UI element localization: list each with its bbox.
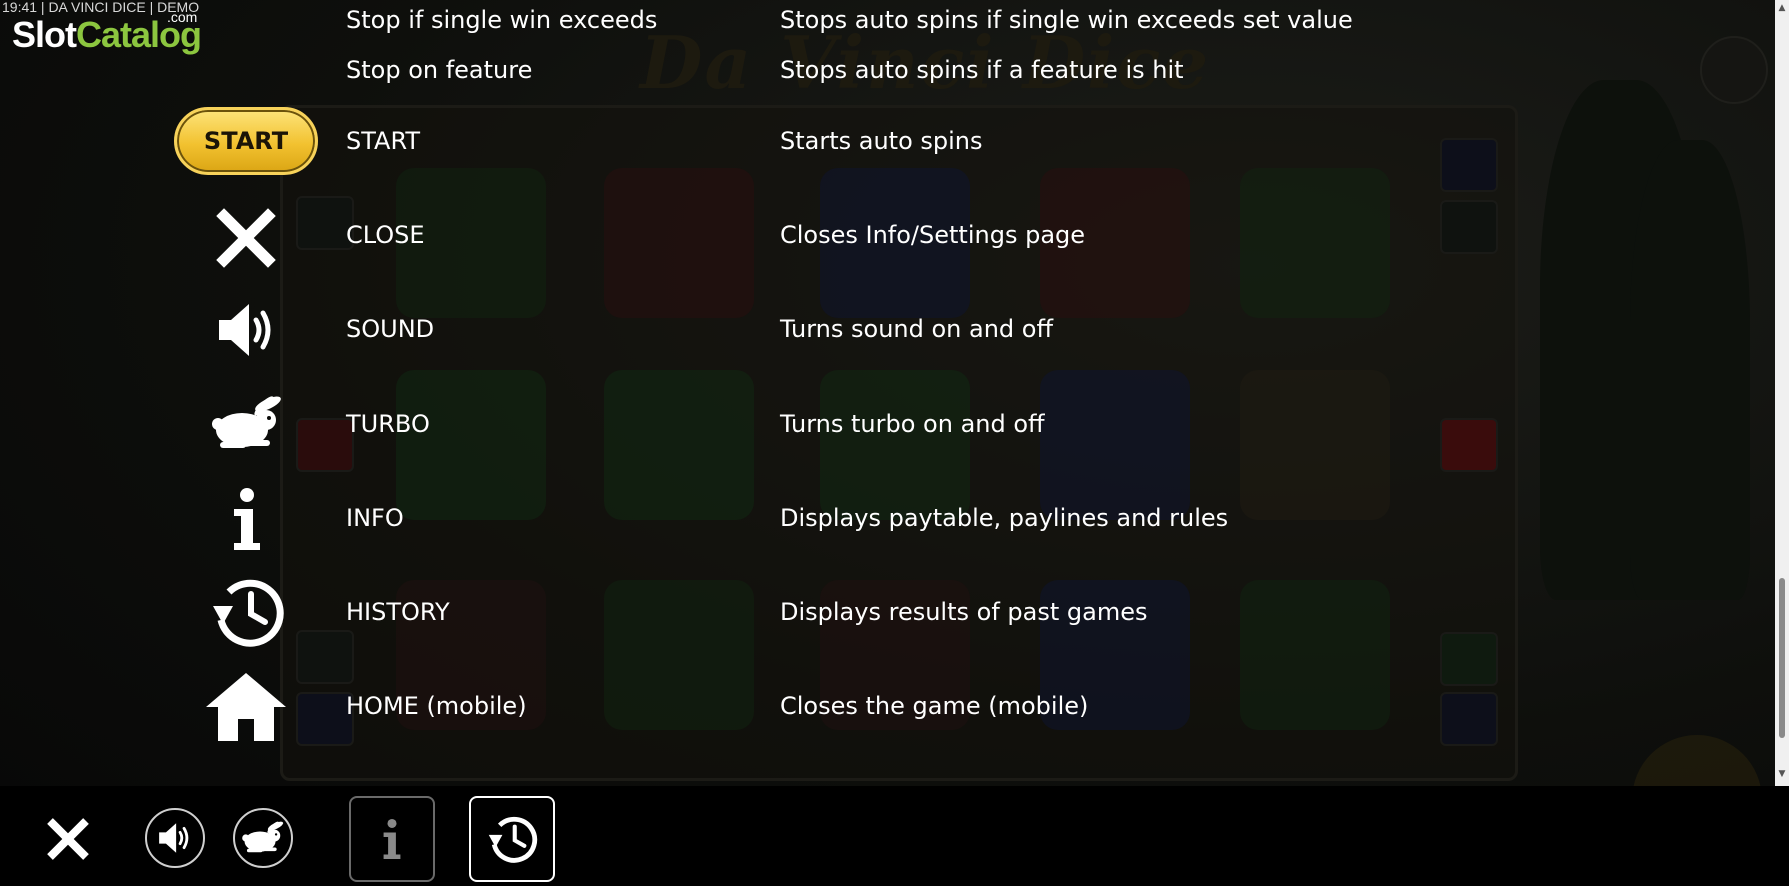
close-icon	[214, 206, 278, 270]
bottom-close-button[interactable]	[40, 811, 96, 867]
row-label-info: INFO	[346, 504, 404, 532]
bottom-history-button[interactable]	[469, 796, 555, 882]
speaker-icon	[214, 298, 280, 362]
row-desc-close: Closes Info/Settings page	[780, 221, 1086, 249]
rabbit-icon	[242, 821, 284, 853]
row-label-home: HOME (mobile)	[346, 692, 527, 720]
row-desc-start: Starts auto spins	[780, 127, 983, 155]
scroll-up-icon[interactable]: ▲	[1775, 0, 1789, 16]
row-desc-stop-single-win: Stops auto spins if single win exceeds s…	[780, 6, 1353, 34]
watermark-logo-com: .com	[167, 9, 198, 25]
row-label-sound: SOUND	[346, 315, 435, 343]
speaker-icon	[159, 823, 189, 853]
start-button: START	[174, 107, 318, 175]
row-desc-home: Closes the game (mobile)	[780, 692, 1089, 720]
bottom-info-button[interactable]	[349, 796, 435, 882]
row-label-stop-single-win: Stop if single win exceeds	[346, 6, 658, 34]
info-icon	[226, 486, 268, 552]
row-desc-sound: Turns sound on and off	[780, 315, 1054, 343]
row-label-stop-on-feature: Stop on feature	[346, 56, 533, 84]
bottom-turbo-button[interactable]	[233, 808, 293, 868]
scrollbar-thumb[interactable]	[1779, 578, 1785, 738]
watermark-logo-slot: Slot	[12, 14, 77, 55]
history-icon	[488, 816, 538, 863]
info-icon	[383, 818, 401, 860]
rabbit-icon	[210, 392, 284, 456]
row-desc-history: Displays results of past games	[780, 598, 1148, 626]
row-label-turbo: TURBO	[346, 410, 430, 438]
row-desc-info: Displays paytable, paylines and rules	[780, 504, 1229, 532]
row-label-close: CLOSE	[346, 221, 425, 249]
row-label-history: HISTORY	[346, 598, 450, 626]
row-desc-turbo: Turns turbo on and off	[780, 410, 1045, 438]
close-icon	[47, 818, 89, 860]
menu-icon	[1700, 36, 1768, 104]
row-label-start: START	[346, 127, 421, 155]
history-icon	[208, 576, 286, 648]
bottom-sound-button[interactable]	[145, 808, 205, 868]
row-desc-stop-on-feature: Stops auto spins if a feature is hit	[780, 56, 1184, 84]
home-icon	[204, 670, 288, 744]
scroll-down-icon[interactable]: ▼	[1775, 766, 1789, 782]
